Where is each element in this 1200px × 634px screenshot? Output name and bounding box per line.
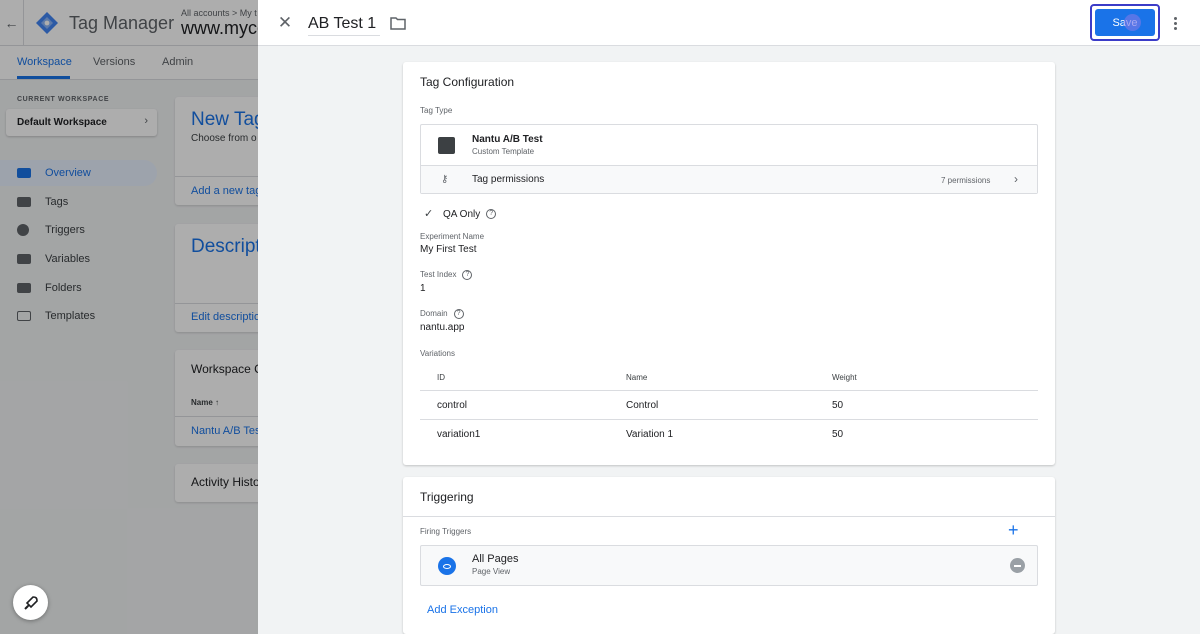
triggering-card[interactable]: Triggering Firing Triggers + All Pages P… [403, 477, 1055, 634]
page-view-icon [438, 557, 456, 575]
qa-only-label: QA Only [443, 209, 481, 220]
template-icon [438, 137, 455, 154]
close-icon[interactable]: ✕ [275, 13, 295, 33]
test-index-field: Test Index? [420, 270, 473, 280]
rocket-icon [23, 595, 38, 610]
tag-permissions-label: Tag permissions [472, 174, 545, 185]
remove-trigger-icon[interactable] [1010, 558, 1025, 573]
add-exception-link[interactable]: Add Exception [427, 604, 498, 616]
tag-type-label: Tag Type [420, 106, 453, 115]
trigger-name: All Pages [472, 553, 519, 565]
trigger-item[interactable]: All Pages Page View [420, 545, 1038, 586]
firing-triggers-label: Firing Triggers [420, 527, 472, 536]
column-header-weight: Weight [832, 373, 857, 382]
test-index-label: Test Index [420, 270, 457, 280]
more-options-icon[interactable] [1168, 13, 1182, 33]
help-icon[interactable]: ? [486, 209, 497, 220]
template-type: Custom Template [472, 147, 535, 156]
variation-weight: 50 [832, 429, 844, 440]
test-index-value: 1 [420, 283, 426, 294]
tag-name-input[interactable] [308, 10, 380, 36]
column-header-name: Name [626, 373, 648, 382]
tag-configuration-card[interactable]: Tag Configuration Tag Type Nantu A/B Tes… [403, 62, 1055, 465]
permissions-count: 7 permissions [941, 176, 991, 185]
tag-type-selector[interactable]: Nantu A/B Test Custom Template ⚷ Tag per… [420, 124, 1038, 194]
add-trigger-icon[interactable]: + [1008, 521, 1019, 539]
domain-value: nantu.app [420, 322, 465, 333]
tag-configuration-title: Tag Configuration [420, 75, 515, 89]
extension-fab[interactable] [13, 585, 48, 620]
domain-label: Domain [420, 309, 448, 319]
column-header-id: ID [437, 373, 445, 382]
tag-editor-header: ✕ Save [258, 0, 1200, 46]
key-icon: ⚷ [441, 174, 449, 185]
template-name: Nantu A/B Test [472, 134, 543, 145]
triggering-title: Triggering [420, 490, 474, 504]
variation-name: Variation 1 [626, 429, 674, 440]
divider [403, 516, 1055, 517]
folder-icon[interactable] [389, 14, 407, 32]
table-row: control Control 50 [420, 390, 1038, 419]
variation-id: variation1 [437, 429, 481, 440]
help-icon[interactable]: ? [462, 270, 473, 280]
variation-name: Control [626, 400, 659, 411]
experiment-name-label: Experiment Name [420, 232, 485, 241]
trigger-type: Page View [472, 567, 511, 576]
click-ripple [1124, 14, 1141, 31]
variations-label: Variations [420, 349, 455, 358]
tag-editor-panel: ✕ Save Tag Configuration Tag Type Nantu … [258, 0, 1200, 634]
domain-field: Domain? [420, 309, 464, 319]
variation-weight: 50 [832, 400, 844, 411]
table-row: variation1 Variation 1 50 [420, 419, 1038, 448]
modal-scrim[interactable] [0, 0, 258, 634]
chevron-right-icon: › [1014, 172, 1018, 186]
tag-permissions-row[interactable]: ⚷ Tag permissions 7 permissions › [421, 165, 1037, 193]
variation-id: control [437, 400, 468, 411]
qa-only-field: QA Only? [443, 209, 497, 220]
check-icon[interactable]: ✓ [424, 207, 433, 220]
help-icon[interactable]: ? [453, 309, 464, 319]
experiment-name-value: My First Test [420, 244, 477, 255]
